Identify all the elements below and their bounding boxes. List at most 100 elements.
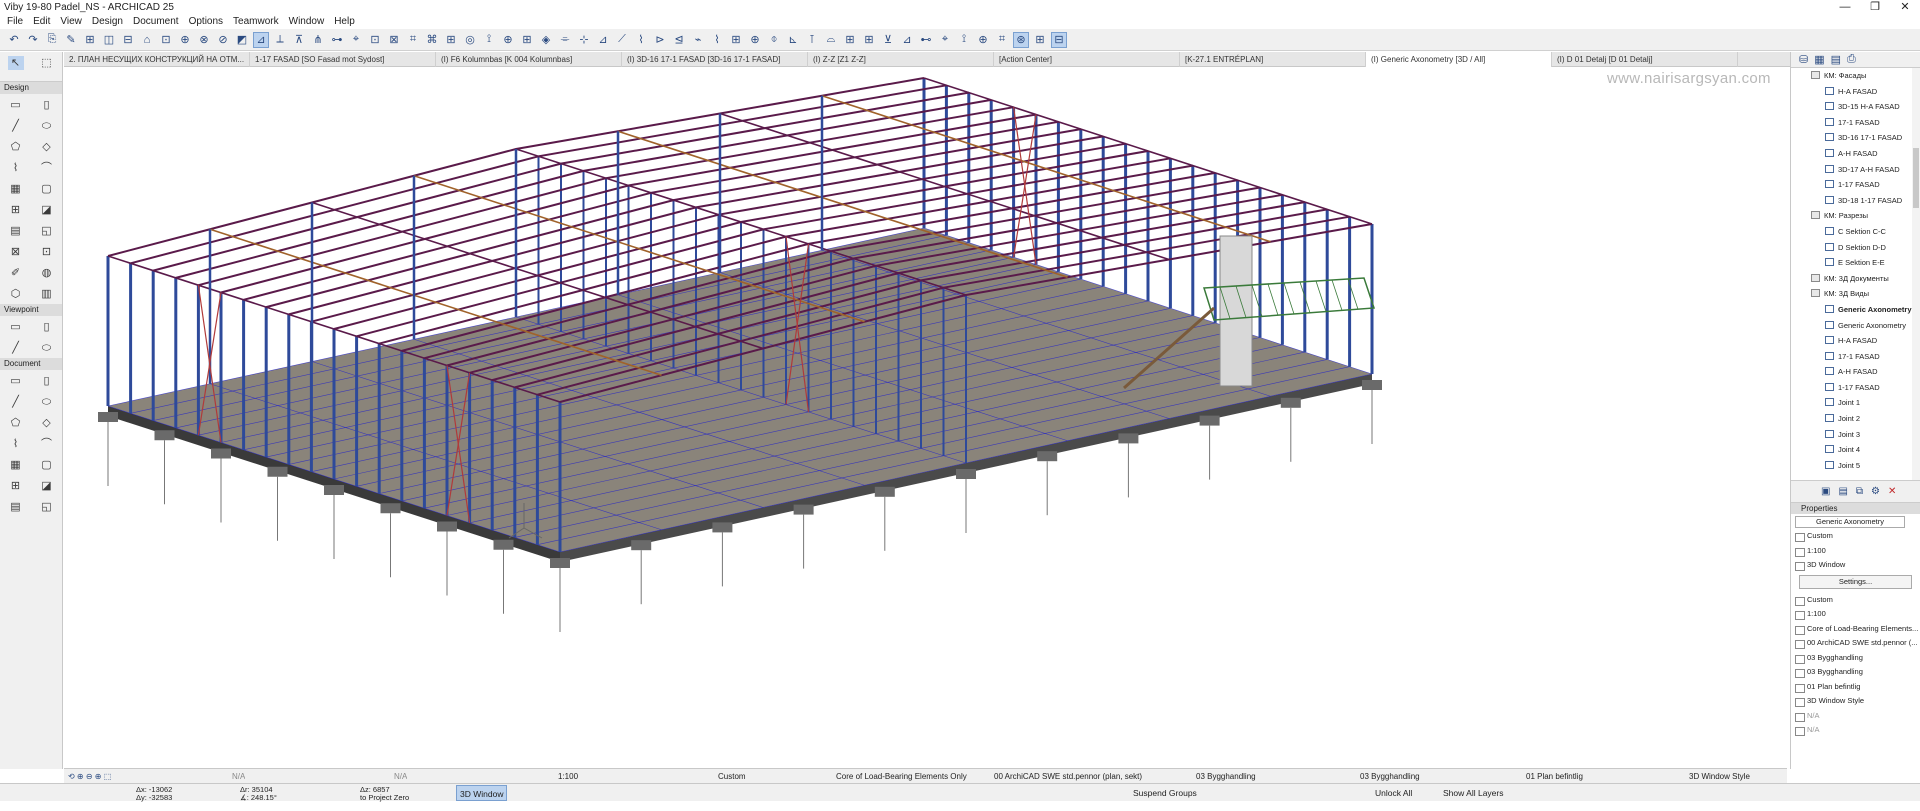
view-map-icon[interactable]: ▦ bbox=[1814, 53, 1824, 66]
toolbox-tool-icon[interactable]: ▯ bbox=[39, 374, 55, 388]
navigator-view-item[interactable]: 1-17 FASAD bbox=[1791, 380, 1920, 396]
toolbar-tool-icon[interactable]: ◩ bbox=[234, 32, 250, 48]
toolbar-tool-icon[interactable]: ⊞ bbox=[728, 32, 744, 48]
toolbox-tool-icon[interactable]: ⊡ bbox=[39, 245, 55, 259]
toolbar-tool-icon[interactable]: ⊴ bbox=[671, 32, 687, 48]
menu-view[interactable]: View bbox=[55, 16, 87, 27]
toolbar-tool-icon[interactable]: ⊾ bbox=[785, 32, 801, 48]
toolbar-tool-icon[interactable]: ⊞ bbox=[82, 32, 98, 48]
navigator-view-item[interactable]: C Sektion C-C bbox=[1791, 224, 1920, 240]
navigator-view-item[interactable]: 17-1 FASAD bbox=[1791, 115, 1920, 131]
toolbar-tool-icon[interactable]: ⌇ bbox=[709, 32, 725, 48]
toolbox-tool-icon[interactable]: ▭ bbox=[8, 374, 24, 388]
toolbox-tool-icon[interactable]: ⬠ bbox=[8, 416, 24, 430]
view-tab[interactable]: (I) D 01 Detalj [D 01 Detalj] bbox=[1552, 52, 1738, 67]
toolbox-tool-icon[interactable]: ◪ bbox=[39, 203, 55, 217]
navigator-view-item[interactable]: 17-1 FASAD bbox=[1791, 349, 1920, 365]
toolbar-tool-icon[interactable]: ⊳ bbox=[652, 32, 668, 48]
minimize-icon[interactable]: — bbox=[1830, 0, 1860, 14]
toolbox-tool-icon[interactable]: ▯ bbox=[39, 98, 55, 112]
menu-options[interactable]: Options bbox=[184, 16, 228, 27]
toolbar-tool-icon[interactable]: ⊼ bbox=[291, 32, 307, 48]
toolbox-tool-icon[interactable]: ▤ bbox=[8, 500, 24, 514]
toolbar-tool-icon[interactable]: ◫ bbox=[101, 32, 117, 48]
toolbar-tool-icon[interactable]: ⊛ bbox=[1013, 31, 1029, 48]
navigator-view-item[interactable]: 1-17 FASAD bbox=[1791, 177, 1920, 193]
view-tab[interactable]: [K-27.1 ENTRÉPLAN] bbox=[1180, 52, 1366, 67]
navigator-view-item[interactable]: Joint 2 bbox=[1791, 411, 1920, 427]
toolbar-tool-icon[interactable]: ⊹ bbox=[576, 32, 592, 48]
toolbox-tool-icon[interactable]: ▦ bbox=[8, 458, 24, 472]
toolbox-tool-icon[interactable]: ▤ bbox=[8, 224, 24, 238]
toolbox-tool-icon[interactable]: ✐ bbox=[8, 266, 24, 280]
3d-viewport[interactable] bbox=[64, 68, 1787, 768]
view-tab[interactable]: [Action Center] bbox=[994, 52, 1180, 67]
navigator-view-item[interactable]: 3D-16 17-1 FASAD bbox=[1791, 130, 1920, 146]
view-name-field[interactable]: Generic Axonometry bbox=[1795, 516, 1905, 528]
suspend-groups-button[interactable]: Suspend Groups bbox=[1130, 785, 1200, 801]
toolbar-tool-icon[interactable]: ⟋ bbox=[614, 32, 630, 48]
toolbox-tool-icon[interactable]: ▢ bbox=[39, 182, 55, 196]
property-row[interactable]: 01 Plan befintlig bbox=[1791, 680, 1920, 695]
navigator-view-item[interactable]: H-A FASAD bbox=[1791, 84, 1920, 100]
toolbar-tool-icon[interactable]: ⋔ bbox=[310, 32, 326, 48]
toolbar-tool-icon[interactable]: ⊕ bbox=[975, 32, 991, 48]
navigator-view-item[interactable]: E Sektion E-E bbox=[1791, 255, 1920, 271]
toolbox-tool-icon[interactable]: ⌇ bbox=[8, 437, 24, 451]
scale-dropdown[interactable]: 1:100 bbox=[558, 769, 578, 784]
dimension-dropdown[interactable]: Custom bbox=[718, 769, 746, 784]
toolbar-tool-icon[interactable]: ⊡ bbox=[158, 32, 174, 48]
navigator-view-item[interactable]: Joint 1 bbox=[1791, 395, 1920, 411]
toolbar-tool-icon[interactable]: ⌖ bbox=[348, 32, 364, 48]
restore-icon[interactable]: ❐ bbox=[1860, 0, 1890, 14]
toolbar-tool-icon[interactable]: ⎘ bbox=[44, 32, 60, 48]
toolbar-tool-icon[interactable]: ⊞ bbox=[842, 32, 858, 48]
menu-window[interactable]: Window bbox=[284, 16, 330, 27]
toolbar-tool-icon[interactable]: ⟟ bbox=[481, 32, 497, 48]
toolbar-tool-icon[interactable]: ⌖ bbox=[937, 32, 953, 48]
view-tab[interactable]: (I) Generic Axonometry [3D / All] bbox=[1366, 52, 1552, 67]
navigator-view-item[interactable]: Joint 4 bbox=[1791, 442, 1920, 458]
menu-help[interactable]: Help bbox=[329, 16, 360, 27]
menu-document[interactable]: Document bbox=[128, 16, 184, 27]
toolbar-tool-icon[interactable]: ⌗ bbox=[994, 32, 1010, 48]
toolbar-tool-icon[interactable]: ⊡ bbox=[367, 32, 383, 48]
navigator-view-item[interactable]: Generic Axonometry bbox=[1791, 302, 1920, 318]
property-row[interactable]: Custom bbox=[1791, 593, 1920, 608]
layout-book-icon[interactable]: ▤ bbox=[1831, 53, 1841, 66]
navigator-view-item[interactable]: A-H FASAD bbox=[1791, 146, 1920, 162]
toolbox-tool-icon[interactable]: ╱ bbox=[8, 341, 24, 355]
property-row[interactable]: 03 Bygghandling bbox=[1791, 665, 1920, 680]
publisher-icon[interactable]: ⎙ bbox=[1847, 53, 1856, 66]
clone-icon[interactable]: ⧉ bbox=[1856, 486, 1863, 497]
menu-teamwork[interactable]: Teamwork bbox=[228, 16, 284, 27]
toolbar-tool-icon[interactable]: ⟟ bbox=[956, 32, 972, 48]
toolbar-tool-icon[interactable]: ⊞ bbox=[1032, 32, 1048, 48]
unlock-all-button[interactable]: Unlock All bbox=[1372, 785, 1415, 801]
3d-window-button[interactable]: 3D Window bbox=[456, 785, 508, 801]
toolbar-tool-icon[interactable]: ⊗ bbox=[196, 32, 212, 48]
toolbar-tool-icon[interactable]: ⊕ bbox=[747, 32, 763, 48]
toolbar-tool-icon[interactable]: ⌓ bbox=[823, 32, 839, 48]
toolbar-tool-icon[interactable]: ⟂ bbox=[272, 32, 288, 48]
toolbox-tool-icon[interactable]: ◍ bbox=[39, 266, 55, 280]
toolbox-tool-icon[interactable]: ▯ bbox=[39, 320, 55, 334]
toolbar-tool-icon[interactable]: ⌽ bbox=[766, 32, 782, 48]
property-row[interactable]: 00 ArchiCAD SWE std.pennor (... bbox=[1791, 636, 1920, 651]
toolbox-tool-icon[interactable]: ⬭ bbox=[39, 119, 55, 133]
toolbox-tool-icon[interactable]: ◇ bbox=[39, 416, 55, 430]
toolbar-tool-icon[interactable]: ⊠ bbox=[386, 32, 402, 48]
marquee-tool-icon[interactable]: ⬚ bbox=[39, 56, 55, 70]
menu-edit[interactable]: Edit bbox=[28, 16, 55, 27]
toolbar-tool-icon[interactable]: ⊷ bbox=[918, 32, 934, 48]
toolbox-tool-icon[interactable]: ▭ bbox=[8, 98, 24, 112]
property-row[interactable]: 03 Bygghandling bbox=[1791, 651, 1920, 666]
toolbar-tool-icon[interactable]: ◈ bbox=[538, 32, 554, 48]
toolbox-tool-icon[interactable]: ╱ bbox=[8, 119, 24, 133]
toolbox-tool-icon[interactable]: ╱ bbox=[8, 395, 24, 409]
toolbox-tool-icon[interactable]: ⌒ bbox=[39, 161, 55, 175]
navigator-view-item[interactable]: 3D-15 H-A FASAD bbox=[1791, 99, 1920, 115]
view-scale[interactable]: 1:100 bbox=[1791, 544, 1920, 559]
property-row[interactable]: 1:100 bbox=[1791, 607, 1920, 622]
view-tab[interactable]: (I) 3D-16 17-1 FASAD [3D-16 17-1 FASAD] bbox=[622, 52, 808, 67]
